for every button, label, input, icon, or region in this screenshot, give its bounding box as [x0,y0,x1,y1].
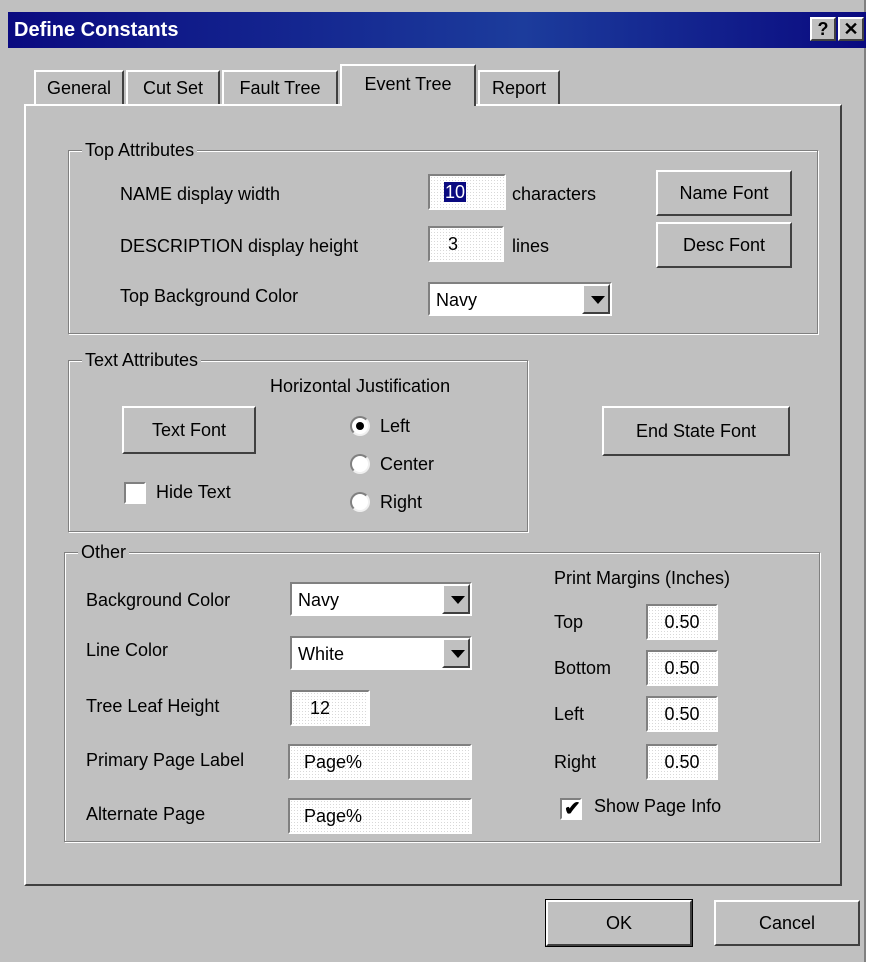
bg-color-select[interactable]: Navy [290,582,472,616]
desc-font-button[interactable]: Desc Font [656,222,792,268]
tab-fault-tree[interactable]: Fault Tree [222,70,338,104]
show-page-info-label: Show Page Info [594,796,722,816]
radio-center[interactable] [350,454,370,474]
desc-height-unit: lines [512,236,550,256]
name-width-label: NAME display width [120,184,281,204]
line-color-value: White [298,644,345,664]
line-color-label: Line Color [86,640,169,660]
desc-height-label: DESCRIPTION display height [120,236,359,256]
radio-left-label: Left [380,416,411,436]
text-font-button[interactable]: Text Font [122,406,256,454]
other-legend: Other [78,542,130,563]
margin-bottom-label: Bottom [554,658,612,678]
radio-right-label: Right [380,492,423,512]
margin-right-label: Right [554,752,597,772]
margin-top-input[interactable]: 0.50 [646,604,718,640]
top-bg-color-dropdown-button[interactable] [582,284,610,314]
hide-text-label: Hide Text [156,482,231,502]
leaf-height-input[interactable]: 12 [290,690,370,726]
help-button[interactable]: ? [810,17,836,41]
margin-left-input[interactable]: 0.50 [646,696,718,732]
tab-cut-set[interactable]: Cut Set [126,70,220,104]
name-width-unit: characters [512,184,597,204]
desc-height-input[interactable]: 3 [428,226,504,262]
window-title: Define Constants [14,19,179,41]
tab-general[interactable]: General [34,70,124,104]
justification-label: Horizontal Justification [270,376,451,396]
bg-color-value: Navy [298,590,340,610]
text-attributes-legend: Text Attributes [82,350,202,371]
alternate-page-input[interactable]: Page% [288,798,472,834]
radio-right[interactable] [350,492,370,512]
bg-color-label: Background Color [86,590,231,610]
margin-right-input[interactable]: 0.50 [646,744,718,780]
name-width-input[interactable]: 10 [428,174,506,210]
line-color-select[interactable]: White [290,636,472,670]
margin-bottom-input[interactable]: 0.50 [646,650,718,686]
top-bg-color-value: Navy [436,290,478,310]
show-page-info-checkbox[interactable]: ✔ [560,798,582,820]
radio-left[interactable] [350,416,370,436]
top-bg-color-label: Top Background Color [120,286,299,306]
leaf-height-label: Tree Leaf Height [86,696,220,716]
hide-text-checkbox[interactable] [124,482,146,504]
primary-page-input[interactable]: Page% [288,744,472,780]
top-attributes-legend: Top Attributes [82,140,198,161]
radio-center-label: Center [380,454,435,474]
checkmark-icon: ✔ [564,798,581,820]
ok-button[interactable]: OK [545,899,693,947]
line-color-dropdown-button[interactable] [442,638,470,668]
chevron-down-icon [591,296,605,304]
bg-color-dropdown-button[interactable] [442,584,470,614]
title-bar[interactable]: Define Constants ? ✕ [8,12,866,48]
margin-top-label: Top [554,612,584,632]
tab-event-tree[interactable]: Event Tree [340,64,476,106]
define-constants-dialog: Define Constants ? ✕ General Cut Set Fau… [0,0,866,962]
cancel-button[interactable]: Cancel [714,900,860,946]
end-state-font-button[interactable]: End State Font [602,406,790,456]
primary-page-label: Primary Page Label [86,750,245,770]
name-font-button[interactable]: Name Font [656,170,792,216]
margin-left-label: Left [554,704,585,724]
name-width-value: 10 [444,182,467,202]
top-bg-color-select[interactable]: Navy [428,282,612,316]
close-button[interactable]: ✕ [838,17,864,41]
print-margins-title: Print Margins (Inches) [554,568,731,588]
tab-report[interactable]: Report [478,70,560,104]
alternate-page-label: Alternate Page [86,804,206,824]
chevron-down-icon [451,650,465,658]
radio-selected-dot [356,422,364,430]
chevron-down-icon [451,596,465,604]
